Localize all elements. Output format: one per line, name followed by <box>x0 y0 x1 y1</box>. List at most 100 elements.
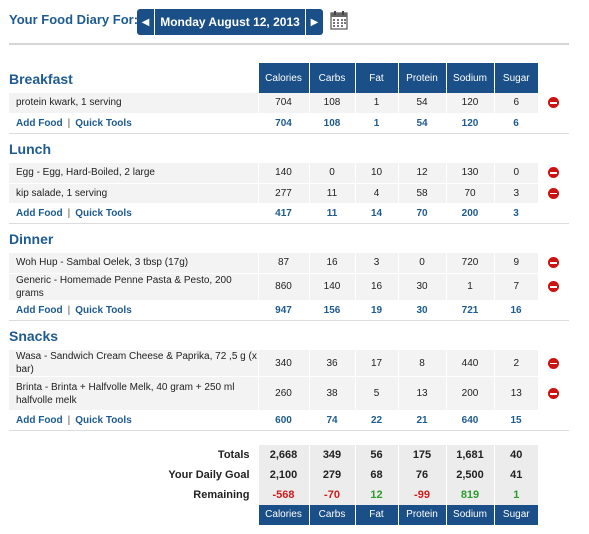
food-name[interactable]: Wasa - Sandwich Cream Cheese & Paprika, … <box>9 350 258 377</box>
header-blank <box>494 133 538 163</box>
current-date[interactable]: Monday August 12, 2013 <box>154 9 306 35</box>
food-value-carbs: 140 <box>308 273 355 300</box>
column-header-calories: Calories <box>257 63 309 93</box>
food-name[interactable]: Woh Hup - Sambal Oelek, 3 tbsp (17g) <box>9 253 258 273</box>
header-blank <box>258 223 309 253</box>
summary-blank <box>538 465 569 485</box>
food-value-carbs: 16 <box>308 253 355 273</box>
meal-total-carbs: 74 <box>326 415 338 426</box>
delete-icon[interactable] <box>548 167 559 179</box>
remaining-row-fat: 12 <box>354 484 398 505</box>
footer-column-header-calories: Calories <box>257 504 309 525</box>
food-value-carbs: 108 <box>308 93 355 113</box>
quick-tools-link[interactable]: Quick Tools <box>75 118 132 129</box>
column-header-sugar: Sugar <box>493 63 538 93</box>
delete-icon[interactable] <box>548 357 559 369</box>
delete-icon[interactable] <box>548 97 559 109</box>
food-value-sodium: 200 <box>445 376 494 411</box>
meal-total-fat: 1 <box>373 117 380 129</box>
diary-label: Your Food Diary For: <box>9 12 139 27</box>
diary-header: Your Food Diary For: ◀ Monday August 12,… <box>0 0 589 45</box>
header-blank <box>446 133 494 163</box>
delete-icon[interactable] <box>548 281 559 293</box>
meal-total-sodium: 721 <box>461 304 479 316</box>
delete-cell <box>538 350 569 377</box>
food-value-protein: 58 <box>397 183 446 203</box>
delete-cell <box>538 253 569 273</box>
spacer-cell <box>9 431 569 445</box>
food-value-carbs: 11 <box>308 183 355 203</box>
meal-total-protein: 30 <box>416 304 428 316</box>
food-row: Wasa - Sandwich Cream Cheese & Paprika, … <box>9 350 569 377</box>
food-name[interactable]: Egg - Egg, Hard-Boiled, 2 large <box>9 163 258 183</box>
food-value-sugar: 6 <box>493 93 538 113</box>
total-blank <box>538 300 569 320</box>
add-food-link[interactable]: Add Food <box>16 305 63 316</box>
food-value-calories: 260 <box>257 376 309 411</box>
footer-column-header-protein: Protein <box>397 504 446 525</box>
meal-total-carbs: 156 <box>323 304 341 316</box>
food-value-calories: 860 <box>257 273 309 300</box>
meal-total-sugar: 15 <box>510 415 522 426</box>
total-blank <box>538 411 569 431</box>
food-name[interactable]: Brinta - Brinta + Halfvolle Melk, 40 gra… <box>9 377 258 411</box>
meal-total-calories: 704 <box>275 117 292 129</box>
meal-total-sugar: 6 <box>513 117 519 129</box>
calendar-icon[interactable] <box>330 10 348 30</box>
food-value-sugar: 13 <box>493 376 538 411</box>
remaining-row-sugar: 1 <box>493 484 538 505</box>
header-blank <box>309 133 355 163</box>
arrow-right-icon[interactable]: ▶ <box>306 9 323 35</box>
remaining-row-label: Remaining <box>193 488 250 501</box>
arrow-left-icon[interactable]: ◀ <box>137 9 154 35</box>
food-value-protein: 0 <box>397 253 446 273</box>
remaining-row: Remaining -568 -70 12 -99 819 1 <box>9 484 569 505</box>
meal-header-row: Lunch <box>9 133 569 163</box>
header-blank <box>538 320 569 350</box>
header-blank <box>446 320 494 350</box>
food-value-carbs: 36 <box>308 350 355 377</box>
food-value-sodium: 130 <box>445 163 494 183</box>
food-row: Brinta - Brinta + Halfvolle Melk, 40 gra… <box>9 376 569 411</box>
meal-title-breakfast: Breakfast <box>9 71 73 87</box>
meal-total-sugar: 3 <box>513 207 519 219</box>
meal-total-fat: 22 <box>370 415 383 426</box>
meal-total-row: Add Food | Quick Tools 704 108 1 54 120 6 <box>9 113 569 133</box>
add-food-link[interactable]: Add Food <box>16 415 63 426</box>
quick-tools-link[interactable]: Quick Tools <box>75 415 132 426</box>
meal-total-row: Add Food | Quick Tools 600 74 22 21 640 15 <box>9 411 569 431</box>
meal-total-sugar: 16 <box>510 304 522 316</box>
delete-icon[interactable] <box>548 257 559 269</box>
quick-tools-link[interactable]: Quick Tools <box>75 208 132 219</box>
food-value-calories: 704 <box>257 93 309 113</box>
delete-cell <box>538 273 569 300</box>
totals-row-fat: 56 <box>354 444 398 465</box>
food-name[interactable]: kip salade, 1 serving <box>9 183 258 203</box>
daily-goal-row-carbs: 279 <box>308 464 355 485</box>
totals-row-carbs: 349 <box>308 444 355 465</box>
delete-cell <box>538 376 569 411</box>
header-divider <box>9 43 569 45</box>
date-navigator: ◀ Monday August 12, 2013 ▶ <box>137 9 323 35</box>
footer-column-header-carbs: Carbs <box>308 504 355 525</box>
totals-row-sugar: 40 <box>493 444 538 465</box>
food-name[interactable]: Generic - Homemade Penne Pasta & Pesto, … <box>9 273 258 300</box>
meal-total-protein: 21 <box>416 415 428 426</box>
food-value-sodium: 1 <box>445 273 494 300</box>
column-header-protein: Protein <box>397 63 446 93</box>
header-blank <box>494 223 538 253</box>
meal-title-dinner: Dinner <box>9 231 54 247</box>
delete-icon[interactable] <box>548 388 559 400</box>
food-name[interactable]: protein kwark, 1 serving <box>9 93 258 113</box>
column-header-sodium: Sodium <box>445 63 494 93</box>
delete-icon[interactable] <box>548 187 559 199</box>
quick-tools-link[interactable]: Quick Tools <box>75 305 132 316</box>
meal-actions: Add Food | Quick Tools <box>9 113 258 133</box>
meal-actions: Add Food | Quick Tools <box>9 411 258 431</box>
add-food-link[interactable]: Add Food <box>16 118 63 129</box>
food-row: Woh Hup - Sambal Oelek, 3 tbsp (17g) 87 16… <box>9 253 569 273</box>
meal-actions: Add Food | Quick Tools <box>9 203 258 223</box>
add-food-link[interactable]: Add Food <box>16 208 63 219</box>
remaining-row-calories: -568 <box>257 484 309 505</box>
summary-blank <box>538 485 569 505</box>
